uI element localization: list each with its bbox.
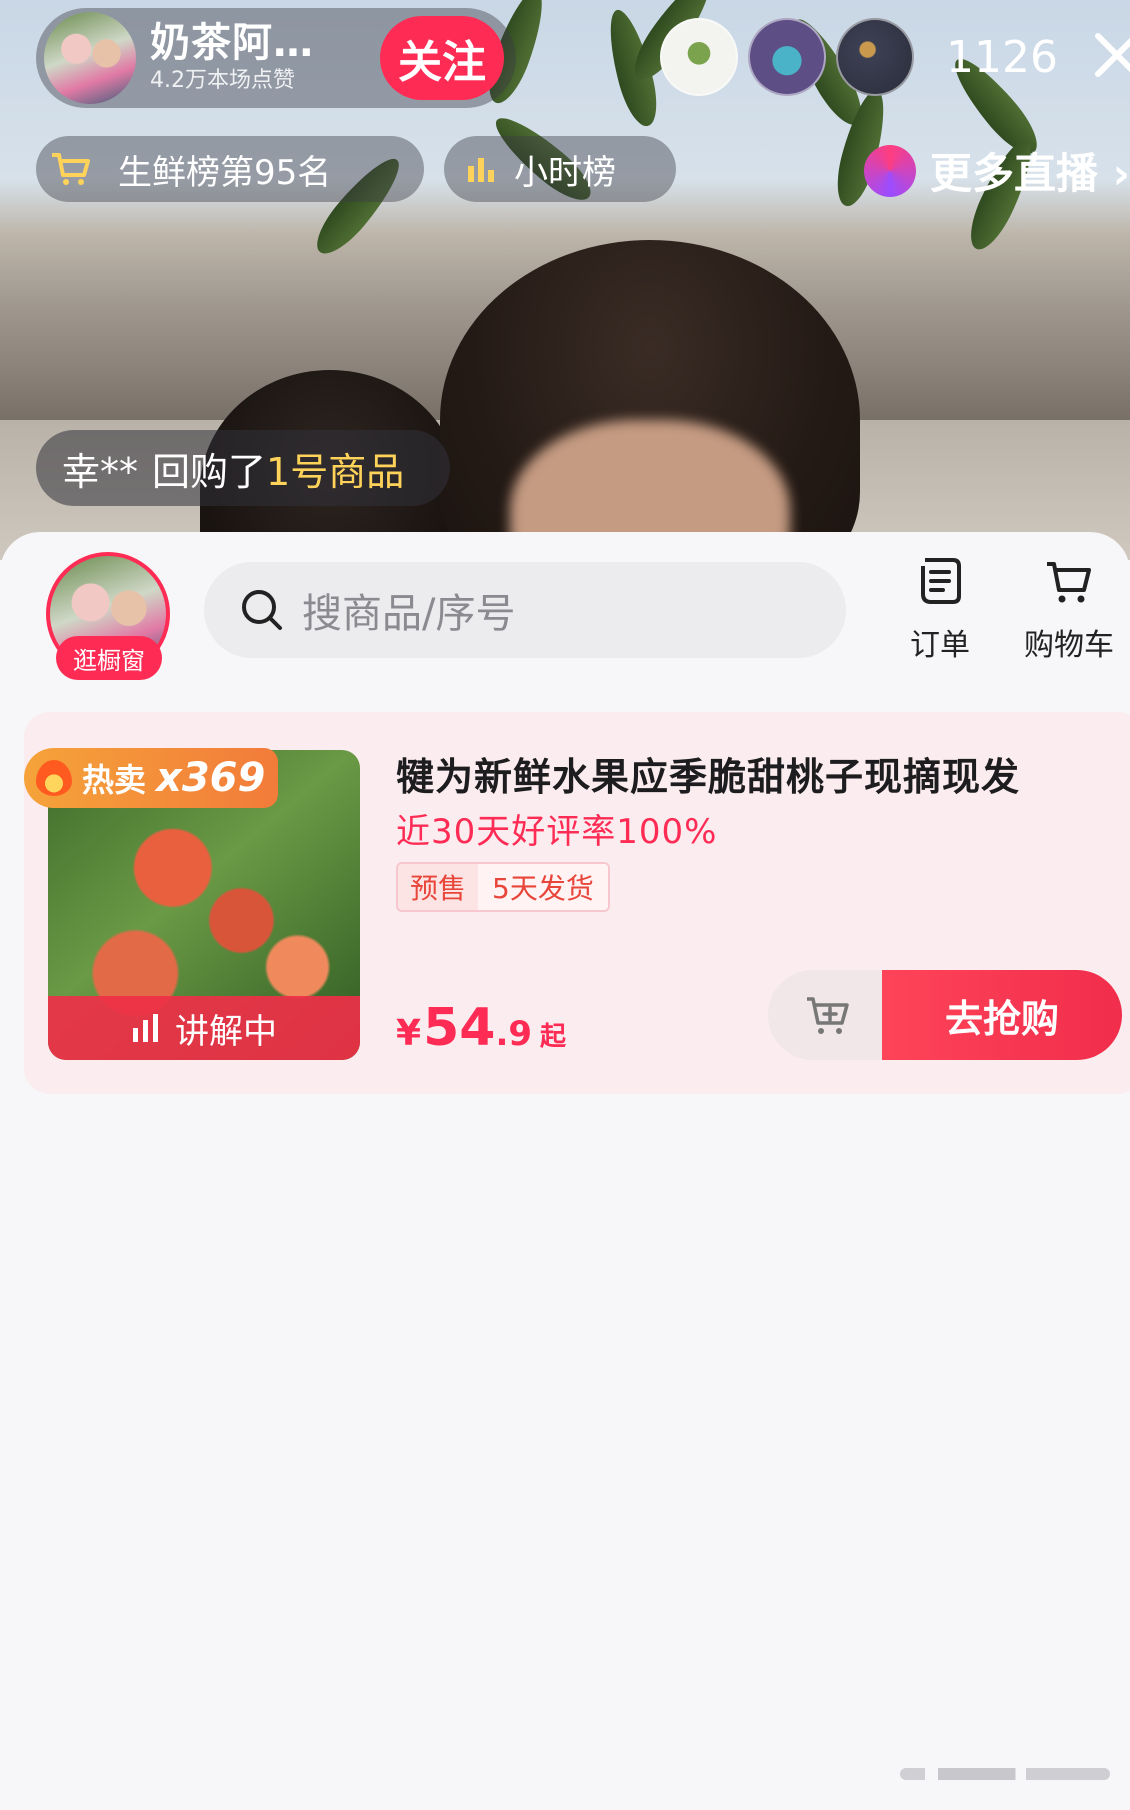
viewer-avatar[interactable] <box>836 18 914 96</box>
search-input[interactable]: 搜商品/序号 <box>204 562 846 658</box>
ship-days-tag: 5天发货 <box>478 864 608 910</box>
hour-rank-pill[interactable]: 小时榜 <box>444 136 676 202</box>
price-suffix: 起 <box>540 1022 567 1052</box>
hot-count: x369 <box>156 755 266 801</box>
price-currency: ¥ <box>396 1013 422 1054</box>
explaining-label: 讲解中 <box>175 1011 277 1052</box>
add-cart-icon <box>807 997 849 1034</box>
presale-tag: 预售 <box>398 864 479 910</box>
price-integer: 54 <box>423 998 496 1058</box>
orders-label: 订单 <box>910 628 970 663</box>
equalizer-icon <box>131 1014 161 1042</box>
viewer-avatar[interactable] <box>748 18 826 96</box>
shop-window-button[interactable]: 逛橱窗 <box>56 636 162 680</box>
fresh-rank-pill[interactable]: 生鲜榜第95名 <box>36 136 424 202</box>
product-price: ¥ 54 .9 起 <box>396 998 566 1058</box>
host-avatar[interactable] <box>44 12 136 104</box>
cart-button[interactable]: 购物车 <box>1024 556 1114 664</box>
hot-label: 热卖 <box>82 761 147 799</box>
product-title[interactable]: 犍为新鲜水果应季脆甜桃子现摘现发 <box>396 746 1020 801</box>
hot-sale-badge: 热卖 x369 <box>24 748 278 808</box>
buy-now-button[interactable]: 去抢购 <box>882 970 1122 1060</box>
search-placeholder: 搜商品/序号 <box>302 591 516 637</box>
more-live-label: 更多直播 › <box>930 149 1130 198</box>
purchase-toast: 幸** 回购了 1号商品 <box>36 430 450 506</box>
product-rating: 近30天好评率100% <box>396 812 718 852</box>
live-logo-icon <box>864 144 916 197</box>
orders-button[interactable]: 订单 <box>910 556 970 664</box>
toast-user: 幸** <box>62 449 139 494</box>
cart-icon <box>50 151 92 187</box>
shopping-cart-icon <box>1047 562 1091 603</box>
more-live-button[interactable]: 更多直播 › <box>864 140 1130 201</box>
bar-chart-icon <box>466 154 496 184</box>
viewer-avatar[interactable] <box>660 18 738 96</box>
cart-label: 购物车 <box>1024 628 1114 663</box>
orders-icon <box>921 558 961 604</box>
toast-item: 1号商品 <box>266 449 405 494</box>
flame-icon <box>36 760 72 796</box>
hour-rank-label: 小时榜 <box>514 152 616 193</box>
host-name: 奶茶阿… <box>150 20 314 66</box>
host-likes: 4.2万本场点赞 <box>150 68 295 93</box>
viewer-count[interactable]: 1126 <box>946 28 1058 88</box>
fresh-rank-label: 生鲜榜第95名 <box>118 152 332 193</box>
toast-action: 回购了 <box>152 449 267 494</box>
explaining-badge: 讲解中 <box>48 996 360 1060</box>
shipping-tags: 预售 5天发货 <box>396 862 610 912</box>
home-indicator[interactable] <box>900 1768 1110 1780</box>
search-icon <box>242 590 282 630</box>
host-text: 奶茶阿… 4.2万本场点赞 <box>150 20 314 96</box>
follow-button[interactable]: 关注 <box>380 16 504 100</box>
close-icon[interactable] <box>1090 28 1130 82</box>
price-decimal: .9 <box>495 1014 533 1054</box>
add-to-cart-button[interactable] <box>768 970 888 1060</box>
